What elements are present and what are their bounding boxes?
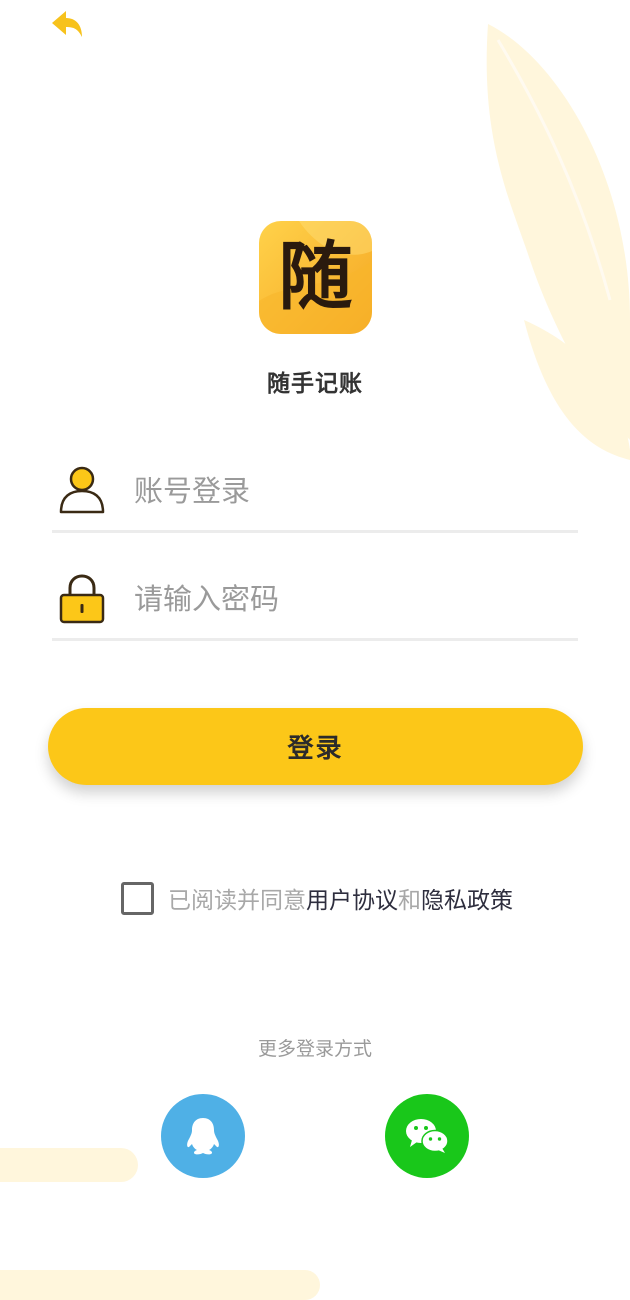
wechat-icon xyxy=(406,1119,449,1153)
lock-icon xyxy=(59,574,105,624)
app-name: 随手记账 xyxy=(267,371,363,397)
qq-penguin-icon xyxy=(187,1118,219,1155)
qq-login-button[interactable] xyxy=(161,1094,245,1178)
agreement-prefix: 已阅读并同意 xyxy=(168,888,306,914)
login-button[interactable]: 登录 xyxy=(48,708,583,785)
pill-decoration-left xyxy=(0,1148,138,1182)
agreement-row: 已阅读并同意 用户协议 和 隐私政策 xyxy=(121,880,513,916)
agreement-checkbox[interactable] xyxy=(121,881,154,915)
password-input[interactable] xyxy=(132,570,566,628)
more-login-title: 更多登录方式 xyxy=(257,1038,372,1060)
app-logo: 随 xyxy=(259,221,372,334)
user-agreement-link[interactable]: 用户协议 xyxy=(306,881,398,915)
account-field-row xyxy=(52,446,578,533)
account-input[interactable] xyxy=(132,462,566,520)
back-arrow-icon xyxy=(52,11,82,37)
privacy-policy-link[interactable]: 隐私政策 xyxy=(421,881,513,915)
pill-decoration-bottom xyxy=(0,1270,320,1300)
back-button[interactable] xyxy=(44,2,90,48)
user-icon xyxy=(59,466,105,514)
wechat-login-button[interactable] xyxy=(385,1094,469,1178)
app-logo-glyph: 随 xyxy=(278,234,353,320)
agreement-connector: 和 xyxy=(398,888,421,914)
password-field-row xyxy=(52,554,578,641)
